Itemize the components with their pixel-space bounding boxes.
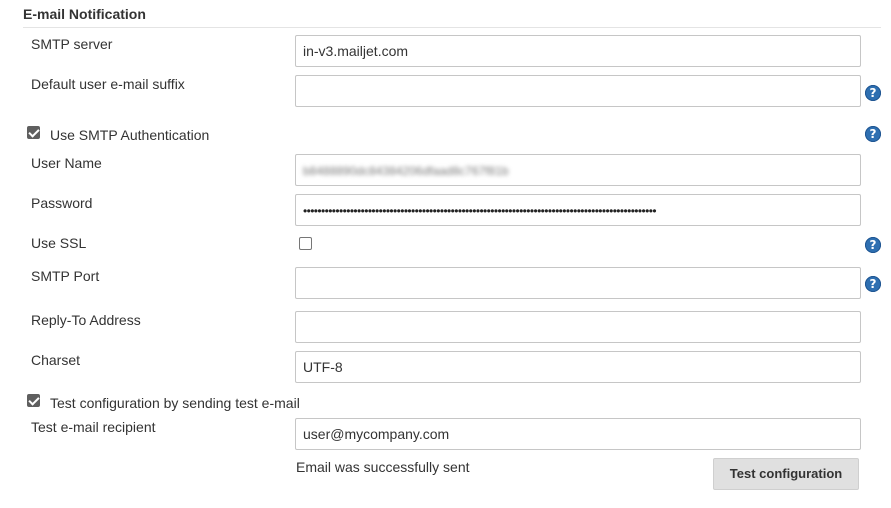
- password-label: Password: [31, 195, 93, 211]
- use-ssl-checkbox[interactable]: [299, 237, 312, 250]
- section-title: E-mail Notification: [23, 6, 146, 22]
- status-message: Email was successfully sent: [296, 459, 470, 475]
- smtp-server-label: SMTP server: [31, 36, 113, 52]
- use-smtp-auth-checkbox[interactable]: [27, 126, 40, 139]
- help-icon-smtp-port[interactable]: ?: [865, 276, 881, 292]
- default-suffix-label: Default user e-mail suffix: [31, 76, 185, 92]
- test-config-checkbox[interactable]: [27, 394, 40, 407]
- help-icon-default-suffix[interactable]: ?: [865, 85, 881, 101]
- reply-to-label: Reply-To Address: [31, 312, 141, 328]
- user-name-value: b8488890dc84384206dfaad8c767f81b: [303, 164, 509, 178]
- test-configuration-button[interactable]: Test configuration: [713, 458, 859, 490]
- test-recipient-input[interactable]: user@mycompany.com: [295, 418, 861, 450]
- use-ssl-label: Use SSL: [31, 235, 87, 251]
- charset-label: Charset: [31, 352, 81, 368]
- section-divider: [23, 27, 881, 28]
- user-name-input[interactable]: b8488890dc84384206dfaad8c767f81b: [295, 154, 861, 186]
- reply-to-input[interactable]: [295, 311, 861, 343]
- test-recipient-label: Test e-mail recipient: [31, 419, 156, 435]
- smtp-port-label: SMTP Port: [31, 268, 100, 284]
- test-config-label[interactable]: Test configuration by sending test e-mai…: [50, 395, 300, 411]
- password-value: ••••••••••••••••••••••••••••••••••••••••…: [303, 204, 657, 218]
- smtp-port-input[interactable]: [295, 267, 861, 299]
- charset-input[interactable]: UTF-8: [295, 351, 861, 383]
- use-smtp-auth-label[interactable]: Use SMTP Authentication: [50, 127, 209, 143]
- user-name-label: User Name: [31, 155, 102, 171]
- help-icon-use-ssl[interactable]: ?: [865, 237, 881, 253]
- help-icon-smtp-auth[interactable]: ?: [865, 126, 881, 142]
- smtp-server-input[interactable]: in-v3.mailjet.com: [295, 35, 861, 67]
- password-input[interactable]: ••••••••••••••••••••••••••••••••••••••••…: [295, 194, 861, 226]
- default-suffix-input[interactable]: [295, 75, 861, 107]
